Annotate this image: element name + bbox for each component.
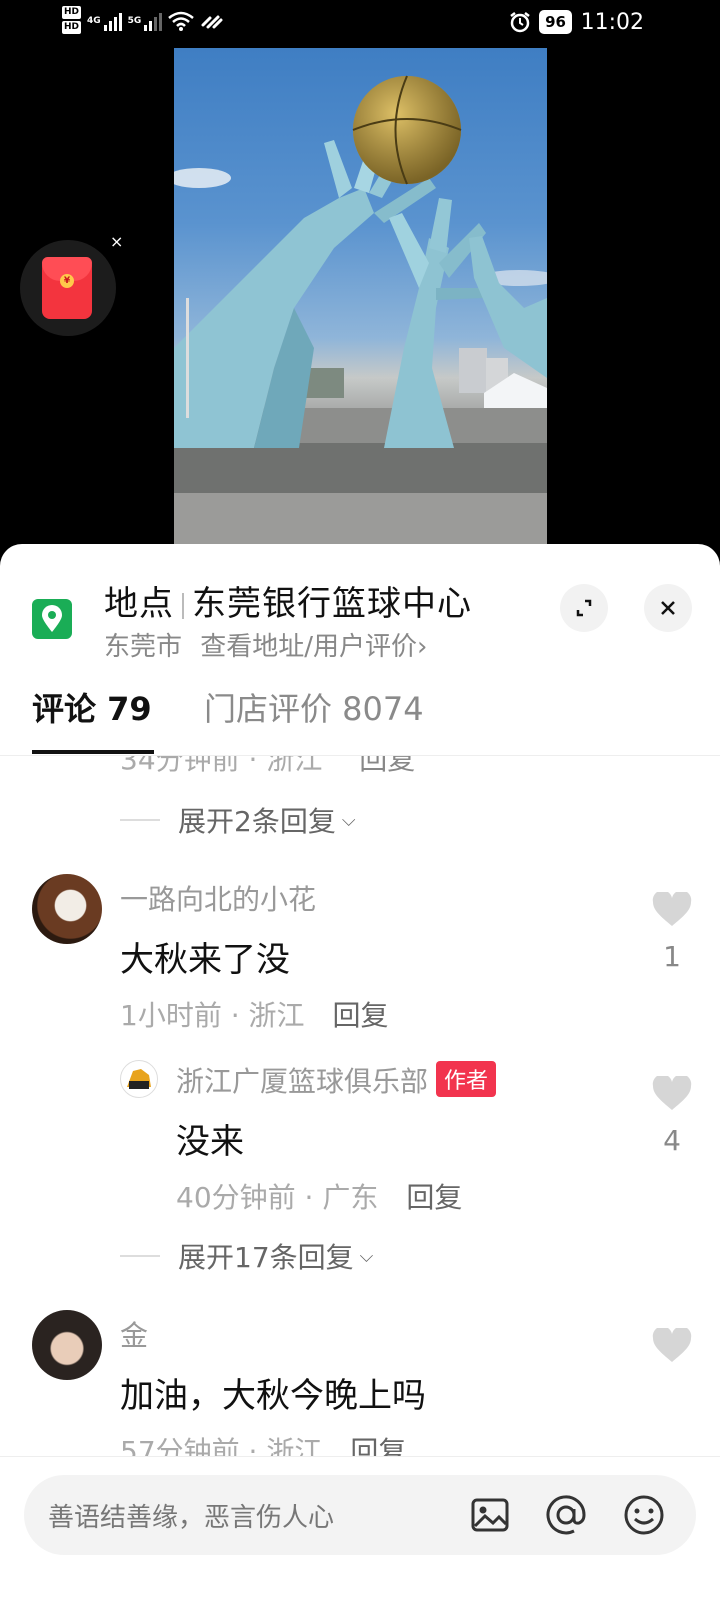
mention-icon[interactable]: [544, 1493, 588, 1537]
location-pin-icon: [32, 599, 72, 639]
reply-button[interactable]: 回复: [333, 999, 389, 1032]
chevron-down-icon: ⌵: [359, 1245, 374, 1267]
video-area[interactable]: ¥ ×: [0, 48, 720, 548]
clock: 11:02: [580, 10, 644, 35]
location-title[interactable]: 地点 东莞银行篮球中心: [104, 576, 472, 625]
hd-indicator: HD HD: [62, 6, 82, 36]
avatar[interactable]: [32, 1310, 102, 1380]
location-label: 地点: [104, 584, 174, 624]
red-envelope-icon: ¥: [42, 257, 92, 319]
reply-author[interactable]: 浙江广厦篮球俱乐部 作者: [176, 1060, 497, 1100]
like-button[interactable]: 4: [650, 1074, 694, 1157]
hd-badge-1: HD: [62, 6, 82, 19]
hd-badge-2: HD: [62, 21, 82, 34]
tab-comments[interactable]: 评论 79: [32, 684, 152, 730]
comment-time: 57分钟前 · 浙江: [120, 1435, 323, 1456]
status-bar: HD HD 4G 5G 96 11:02: [0, 0, 720, 48]
comment-text[interactable]: 加油，大秋今晚上吗: [120, 1368, 426, 1417]
avatar[interactable]: [32, 874, 102, 944]
club-logo-icon: [127, 1069, 151, 1089]
like-button[interactable]: 1: [650, 890, 694, 973]
tab-store-reviews[interactable]: 门店评价 8074: [204, 684, 424, 730]
reply-text[interactable]: 没来: [176, 1114, 244, 1163]
link-icon: [201, 15, 223, 29]
network-type-1: 4G: [87, 16, 101, 26]
like-count: 1: [663, 940, 681, 973]
location-sheet: 地点 东莞银行篮球中心 东莞市 查看地址/用户评价› 评论 79 门店评价 807…: [0, 544, 720, 1600]
faded-comment-meta: 34分钟前 · 浙江 回复: [120, 756, 415, 778]
location-subtitle[interactable]: 东莞市 查看地址/用户评价›: [104, 626, 427, 663]
wifi-icon: [168, 11, 195, 31]
expand-button[interactable]: [560, 584, 608, 632]
chevron-right-icon: ›: [417, 632, 428, 662]
reply-button[interactable]: 回复: [350, 1435, 406, 1456]
comment-input[interactable]: 善语结善缘，恶言伤人心: [24, 1475, 696, 1555]
image-icon[interactable]: [468, 1493, 512, 1537]
reply-time: 40分钟前 · 广东: [176, 1181, 379, 1214]
expand-icon: [576, 599, 592, 617]
video-frame[interactable]: [174, 48, 547, 548]
red-packet-button[interactable]: ¥: [20, 240, 116, 336]
heart-icon: [652, 890, 692, 926]
comment-meta: 57分钟前 · 浙江 回复: [120, 1430, 406, 1456]
tab-bar: 评论 79 门店评价 8074: [0, 684, 720, 756]
faded-reply-button[interactable]: 回复: [359, 756, 415, 776]
heart-icon: [652, 1326, 692, 1362]
heart-icon: [652, 1074, 692, 1110]
like-button[interactable]: [650, 1326, 694, 1368]
comment-input-placeholder: 善语结善缘，恶言伤人心: [48, 1503, 335, 1533]
comment-text[interactable]: 大秋来了没: [120, 932, 290, 981]
author-badge: 作者: [436, 1061, 497, 1097]
status-bar-left: HD HD 4G 5G: [62, 6, 224, 36]
club-avatar[interactable]: [120, 1060, 158, 1098]
comment-input-bar: 善语结善缘，恶言伤人心: [0, 1456, 720, 1600]
basketball-hands-sculpture-image: [174, 75, 547, 548]
close-button[interactable]: [644, 584, 692, 632]
network-type-2: 5G: [127, 16, 142, 26]
expand-replies-button[interactable]: 展开17条回复 ⌵: [120, 1236, 373, 1276]
like-count: 4: [663, 1124, 681, 1157]
expand-replies-label: 展开2条回复: [178, 805, 336, 838]
battery-indicator: 96: [539, 10, 572, 34]
chevron-down-icon: ⌵: [341, 809, 356, 831]
close-icon: [661, 601, 675, 615]
reply-meta: 40分钟前 · 广东 回复: [176, 1176, 462, 1216]
reply-author-name: 浙江广厦篮球俱乐部: [176, 1065, 429, 1098]
signal-icon-1: [103, 11, 122, 31]
expand-replies-label: 展开17条回复: [178, 1241, 354, 1274]
view-address-link[interactable]: 查看地址/用户评价: [200, 632, 417, 662]
status-bar-right: 96: [509, 10, 572, 34]
comment-meta: 1小时前 · 浙江 回复: [120, 994, 389, 1034]
active-tab-indicator: [32, 750, 154, 754]
faded-comment-time: 34分钟前 · 浙江: [120, 756, 323, 776]
expand-replies-button[interactable]: 展开2条回复 ⌵: [120, 800, 355, 840]
signal-icon-2: [144, 11, 163, 31]
comment-author[interactable]: 一路向北的小花: [120, 878, 316, 918]
alarm-icon: [510, 12, 530, 33]
emoji-icon[interactable]: [622, 1493, 666, 1537]
location-name: 东莞银行篮球中心: [192, 584, 472, 624]
red-packet-close-icon[interactable]: ×: [110, 232, 123, 251]
comment-author[interactable]: 金: [120, 1314, 148, 1354]
location-city: 东莞市: [104, 632, 183, 662]
comment-list[interactable]: 34分钟前 · 浙江 回复 展开2条回复 ⌵ 一路向北的小花 大秋来了没 1小时…: [0, 756, 720, 1456]
reply-button[interactable]: 回复: [406, 1181, 462, 1214]
comment-time: 1小时前 · 浙江: [120, 999, 305, 1032]
